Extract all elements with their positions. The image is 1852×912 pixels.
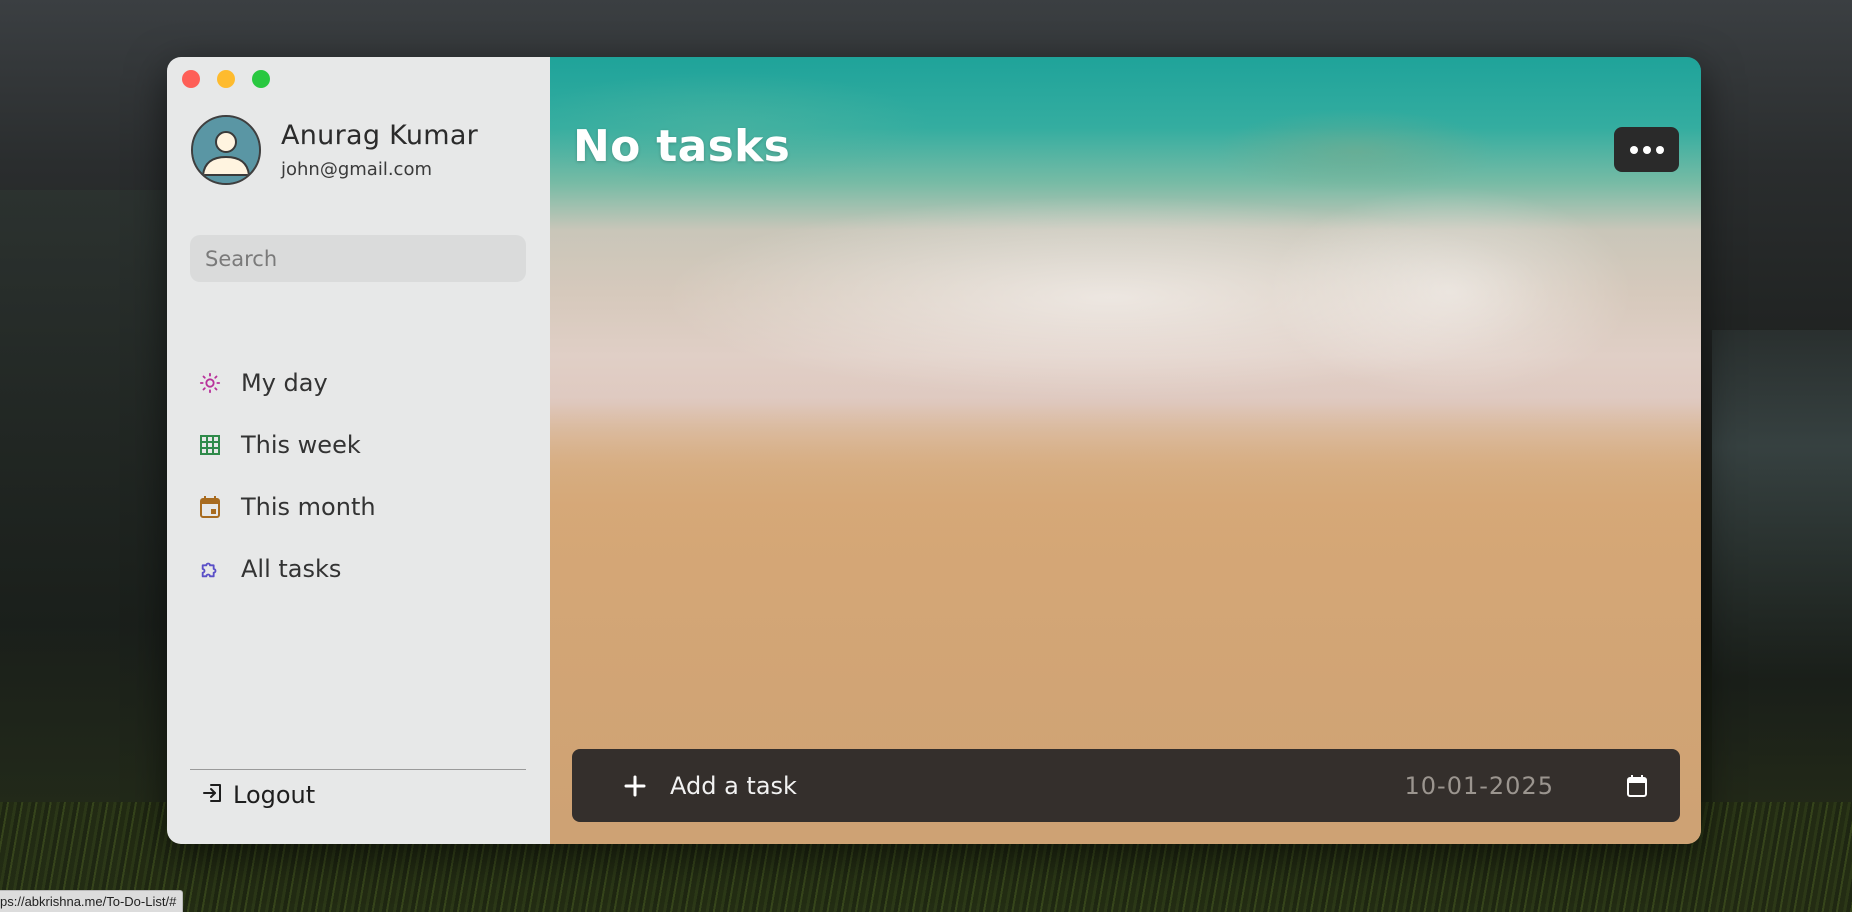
avatar bbox=[191, 115, 261, 185]
app-window: Anurag Kumar john@gmail.com Search My da… bbox=[167, 57, 1701, 844]
main-panel: No tasks 10-01-2025 bbox=[550, 57, 1701, 844]
calendar-icon[interactable] bbox=[1626, 774, 1648, 798]
more-options-button[interactable] bbox=[1614, 127, 1679, 172]
search-input[interactable] bbox=[190, 235, 526, 282]
add-task-bar: 10-01-2025 bbox=[572, 749, 1680, 822]
sun-icon bbox=[199, 372, 221, 394]
page-title: No tasks bbox=[573, 121, 791, 172]
add-task-input[interactable] bbox=[668, 759, 1332, 812]
sidebar-item-all-tasks[interactable]: All tasks bbox=[199, 538, 519, 600]
sidebar: Anurag Kumar john@gmail.com Search My da… bbox=[167, 57, 550, 844]
sidebar-item-label: All tasks bbox=[241, 555, 342, 583]
sidebar-item-label: My day bbox=[241, 369, 328, 397]
sidebar-item-this-month[interactable]: This month bbox=[199, 476, 519, 538]
task-due-date[interactable]: 10-01-2025 bbox=[1405, 772, 1554, 800]
user-profile: Anurag Kumar john@gmail.com bbox=[191, 115, 478, 185]
sidebar-item-this-week[interactable]: This week bbox=[199, 414, 519, 476]
window-controls bbox=[182, 70, 270, 88]
maximize-window-button[interactable] bbox=[252, 70, 270, 88]
plus-icon[interactable] bbox=[622, 773, 648, 799]
sidebar-item-label: This week bbox=[241, 431, 361, 459]
more-dots-icon bbox=[1629, 145, 1638, 154]
profile-text: Anurag Kumar john@gmail.com bbox=[281, 120, 478, 180]
logout-button[interactable]: Logout bbox=[203, 781, 315, 809]
puzzle-icon bbox=[199, 558, 221, 580]
minimize-window-button[interactable] bbox=[217, 70, 235, 88]
sidebar-divider bbox=[190, 769, 526, 770]
close-window-button[interactable] bbox=[182, 70, 200, 88]
sidebar-item-my-day[interactable]: My day bbox=[199, 352, 519, 414]
more-dots-icon-dot bbox=[1655, 145, 1664, 154]
sidebar-item-label: This month bbox=[241, 493, 376, 521]
logout-label: Logout bbox=[233, 781, 316, 809]
calendar-icon bbox=[199, 496, 221, 518]
more-dots-icon-dot bbox=[1642, 145, 1651, 154]
user-name: Anurag Kumar bbox=[281, 120, 479, 151]
user-avatar-icon bbox=[193, 117, 259, 183]
browser-status-url: ps://abkrishna.me/To-Do-List/# bbox=[0, 890, 184, 912]
desktop-background: Anurag Kumar john@gmail.com Search My da… bbox=[0, 0, 1852, 912]
user-email: john@gmail.com bbox=[281, 159, 432, 180]
logout-icon bbox=[203, 783, 223, 807]
grid-calendar-icon bbox=[199, 434, 221, 456]
sidebar-nav: My day This week This month All tasks bbox=[199, 352, 519, 600]
